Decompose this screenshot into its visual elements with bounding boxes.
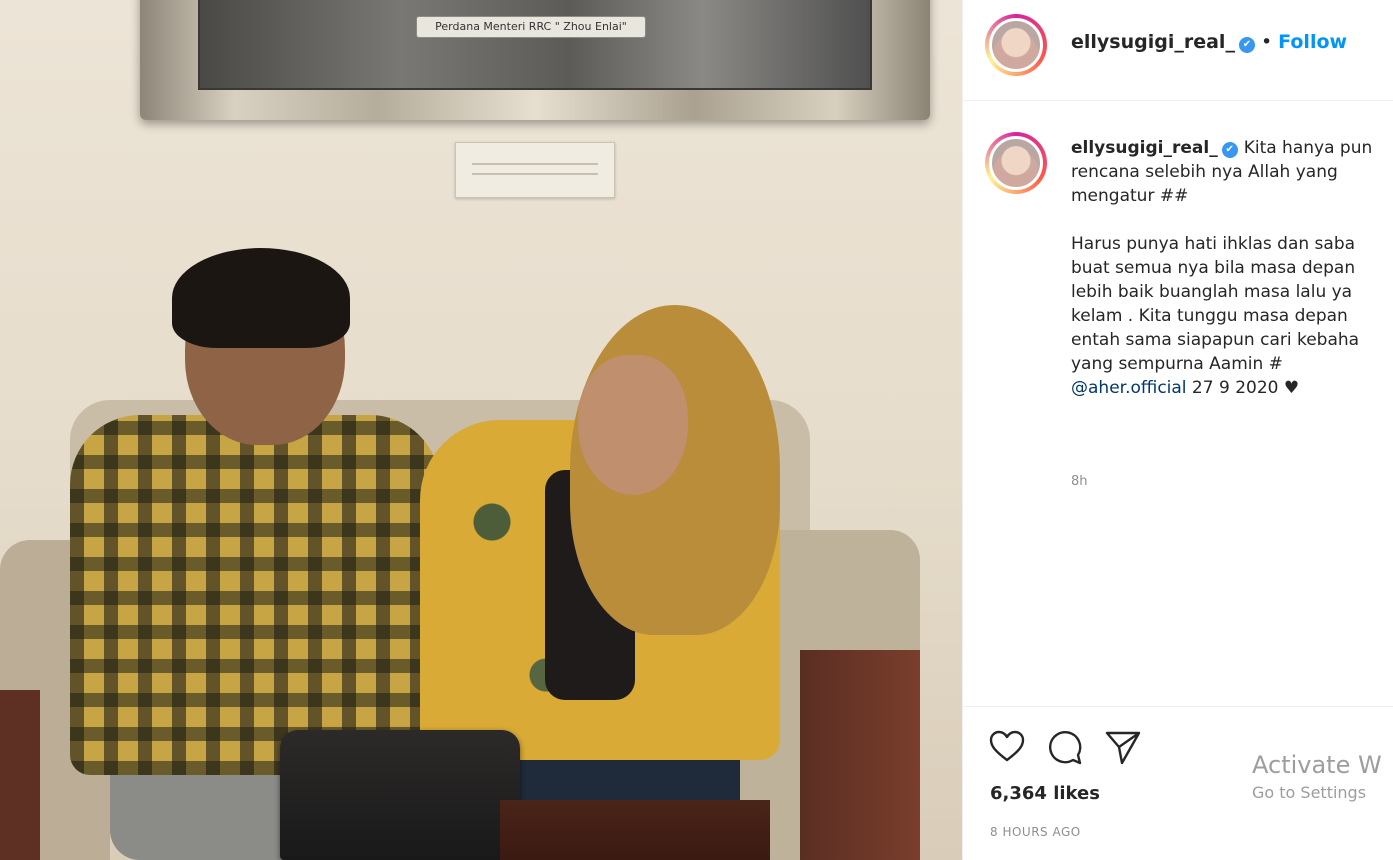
frame-caption: Perdana Menteri RRC " Zhou Enlai" <box>416 16 646 38</box>
instagram-post-view: Perdana Menteri RRC " Zhou Enlai" ellysu… <box>0 0 1393 860</box>
post-actions: 6,364 likes 8 HOURS AGO <box>963 706 1393 860</box>
caption-timestamp[interactable]: 8h <box>1071 474 1088 489</box>
verified-badge-icon: ✔ <box>1221 142 1238 158</box>
wooden-table <box>500 800 770 860</box>
caption-date: 27 9 2020 ♥ <box>1186 378 1300 398</box>
avatar[interactable] <box>985 14 1047 76</box>
man-plaid-shirt <box>70 415 440 775</box>
leather-bag <box>280 730 520 860</box>
heart-icon[interactable] <box>987 727 1027 767</box>
mention-link[interactable]: @aher.official <box>1071 378 1187 398</box>
comment-icon[interactable] <box>1045 727 1085 767</box>
post-caption: ellysugigi_real_ ✔ Kita hanya pun rencana … <box>1071 136 1393 400</box>
caption-line: rencana selebih nya Allah yang <box>1071 162 1338 182</box>
post-photo[interactable]: Perdana Menteri RRC " Zhou Enlai" <box>0 0 962 860</box>
caption-line: ellysugigi_real_ ✔ Kita hanya pun <box>1071 136 1393 160</box>
caption-line: entah sama siapapun cari kebaha <box>1071 330 1360 350</box>
caption-line: Harus punya hati ihklas dan saba <box>1071 234 1356 254</box>
post-timestamp: 8 HOURS AGO <box>990 825 1081 839</box>
avatar-image <box>989 18 1043 72</box>
header-user-line: ellysugigi_real_ ✔ • Follow <box>1071 28 1347 56</box>
avatar-image <box>989 136 1043 190</box>
header-username[interactable]: ellysugigi_real_ <box>1071 31 1235 53</box>
post-side-panel: ellysugigi_real_ ✔ • Follow ellysugigi_real… <box>962 0 1393 860</box>
caption-line: yang sempurna Aamin # <box>1071 354 1283 374</box>
caption-text: Kita hanya pun <box>1243 138 1373 158</box>
caption-line: kelam . Kita tunggu masa depan <box>1071 306 1348 326</box>
caption-line: mengatur ## <box>1071 186 1189 206</box>
caption-avatar[interactable] <box>985 132 1047 194</box>
sofa-wood-left <box>0 690 40 860</box>
share-icon[interactable] <box>1103 727 1143 767</box>
framed-photograph <box>198 0 872 90</box>
man-hair <box>172 248 350 348</box>
likes-count[interactable]: 6,364 likes <box>990 783 1100 804</box>
caption-line: lebih baik buanglah masa lalu ya <box>1071 282 1353 302</box>
caption-line: @aher.official 27 9 2020 ♥ <box>1071 376 1393 400</box>
caption-line: buat semua nya bila masa depan <box>1071 258 1356 278</box>
caption-username[interactable]: ellysugigi_real_ <box>1071 138 1218 158</box>
woman-face <box>578 355 688 495</box>
separator-dot: • <box>1260 31 1273 53</box>
verified-badge-icon: ✔ <box>1238 37 1255 53</box>
picture-frame: Perdana Menteri RRC " Zhou Enlai" <box>140 0 930 120</box>
post-header: ellysugigi_real_ ✔ • Follow <box>963 0 1393 101</box>
follow-button[interactable]: Follow <box>1278 31 1347 53</box>
wall-plaque <box>455 142 615 198</box>
sofa-wood-right <box>800 650 920 860</box>
